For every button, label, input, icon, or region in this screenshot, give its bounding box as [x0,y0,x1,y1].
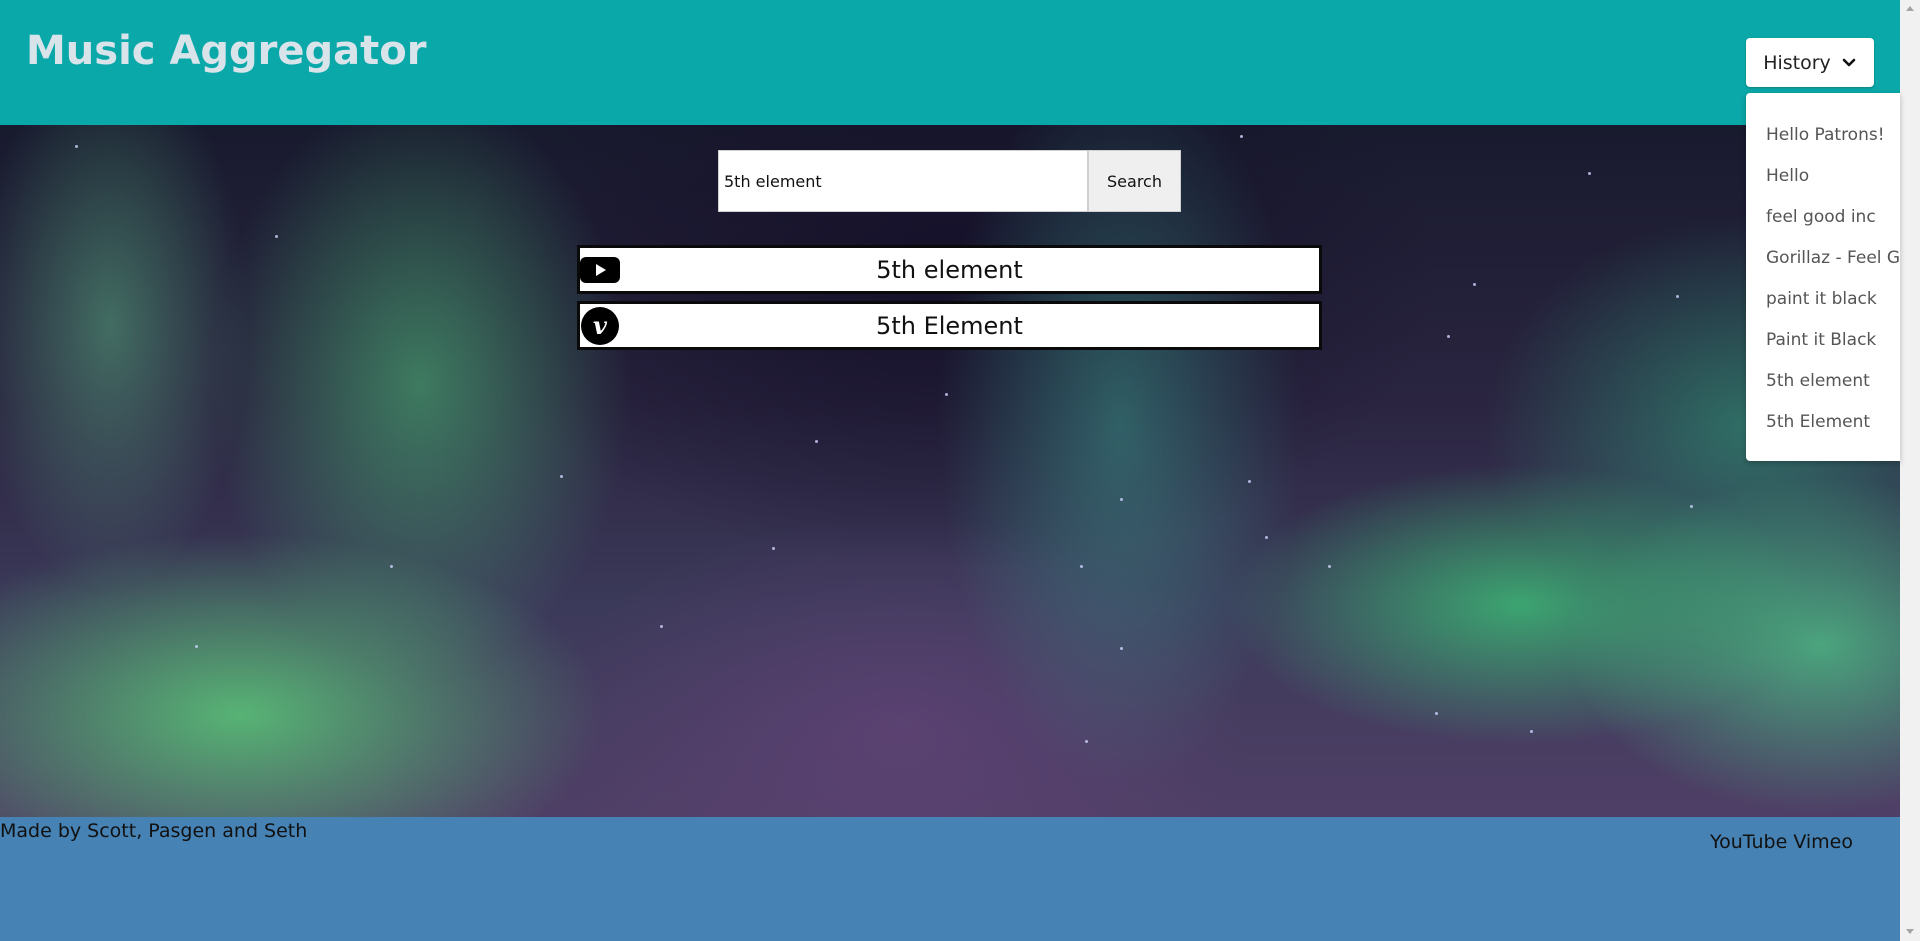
history-item[interactable]: Hello Patrons! [1746,123,1900,164]
footer-link-vimeo[interactable]: Vimeo [1793,831,1853,853]
result-title: 5th element [876,255,1023,284]
search-form: Search [718,150,1181,212]
youtube-icon [580,255,620,285]
history-dropdown-button[interactable]: History [1746,38,1874,87]
svg-text:v: v [593,311,608,340]
search-button[interactable]: Search [1088,150,1181,212]
scroll-down-arrow-icon[interactable] [1906,929,1914,934]
history-item[interactable]: 5th element [1746,369,1900,410]
history-item[interactable]: Hello [1746,164,1900,205]
vimeo-icon: v [580,306,620,346]
history-item[interactable]: paint it black [1746,287,1900,328]
history-dropdown-menu: Hello Patrons! Hello feel good inc Goril… [1746,93,1900,461]
aurora-background [0,125,1900,817]
result-title: 5th Element [876,311,1023,340]
result-item-youtube[interactable]: 5th element [577,245,1322,294]
app-title: Music Aggregator [26,28,427,74]
history-item[interactable]: 5th Element [1746,410,1900,451]
footer-links: YouTube Vimeo [1710,831,1853,853]
scroll-up-arrow-icon[interactable] [1906,6,1914,11]
chevron-down-icon [1841,55,1857,71]
footer-link-youtube[interactable]: YouTube [1710,831,1787,853]
page-scrollbar[interactable] [1900,0,1920,941]
history-item[interactable]: Paint it Black [1746,328,1900,369]
page: Music Aggregator History 5th element Sea… [0,0,1920,941]
result-item-vimeo[interactable]: v 5th Element [577,301,1322,350]
history-item[interactable]: Gorillaz - Feel Good Inc. [1746,246,1900,287]
results-list: 5th element v 5th Element [577,245,1322,357]
history-item[interactable]: feel good inc [1746,205,1900,246]
footer: Made by Scott, Pasgen and Seth YouTube V… [0,817,1900,941]
history-button-label: History [1763,51,1831,74]
search-input[interactable] [718,150,1088,212]
app-header: Music Aggregator History [0,0,1900,125]
footer-credit: Made by Scott, Pasgen and Seth [0,820,308,842]
